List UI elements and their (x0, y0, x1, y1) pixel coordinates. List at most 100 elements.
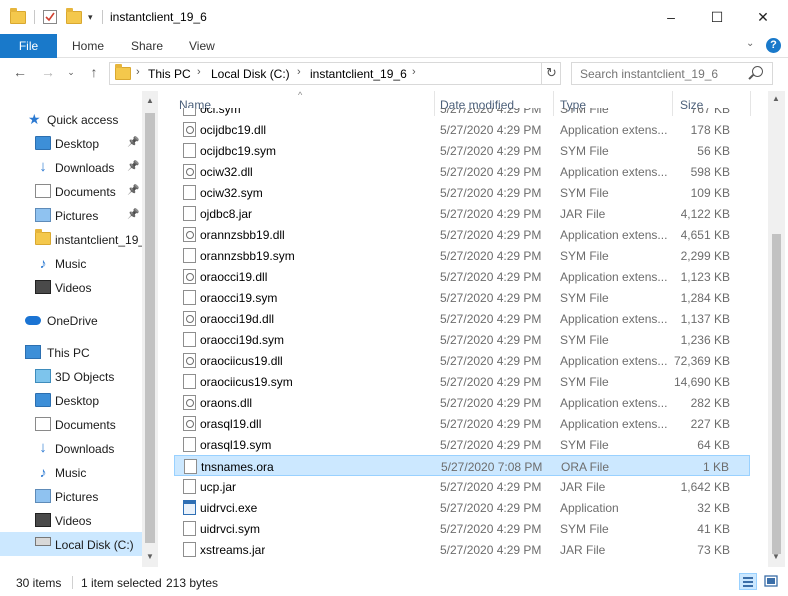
nav-pc-desktop[interactable]: Desktop (0, 388, 142, 412)
nav-pc-documents[interactable]: Documents (0, 412, 142, 436)
file-size: 1 KB (702, 460, 729, 474)
new-folder-icon[interactable] (66, 7, 82, 26)
nav-quick-downloads[interactable]: ↓ Downloads 📌 (0, 155, 142, 179)
breadcrumb-separator[interactable]: › (297, 66, 301, 78)
file-row[interactable]: oraocci19.dll 5/27/2020 4:29 PM Applicatio… (174, 266, 750, 287)
nav-pc-3d-objects[interactable]: 3D Objects (0, 364, 142, 388)
file-row[interactable]: oraocci19d.sym 5/27/2020 4:29 PM SYM File 1… (174, 329, 750, 350)
scroll-up-icon[interactable]: ▲ (142, 93, 158, 109)
nav-this-pc[interactable]: This PC (0, 340, 142, 364)
breadcrumb-local-disk[interactable]: Local Disk (C:) (211, 67, 290, 81)
nav-pc-local-disk-c[interactable]: Local Disk (C:) (0, 532, 142, 556)
videos-icon (35, 513, 51, 527)
breadcrumb-separator[interactable]: › (412, 66, 416, 78)
file-size: 73 KB (697, 543, 730, 557)
nav-onedrive[interactable]: OneDrive (0, 308, 142, 332)
forward-arrow-icon[interactable]: → (38, 64, 58, 80)
status-item-count: 30 items (16, 576, 62, 590)
tab-share[interactable]: Share (131, 39, 163, 53)
scroll-down-icon[interactable]: ▼ (142, 549, 158, 565)
close-button[interactable]: ✕ (740, 0, 786, 34)
scroll-down-icon[interactable]: ▼ (768, 549, 784, 565)
file-name: xstreams.jar (200, 543, 266, 557)
file-row[interactable]: orannzsbb19.dll 5/27/2020 4:29 PM Applicat… (174, 224, 750, 245)
file-size: 14,690 KB (673, 375, 730, 389)
file-row[interactable]: uidrvci.exe 5/27/2020 4:29 PM Application 3… (174, 497, 750, 518)
nav-label: 3D Objects (55, 370, 115, 384)
file-type: SYM File (560, 333, 609, 347)
nav-quick-instantclient-19[interactable]: instantclient_19_ (0, 227, 145, 251)
nav-quick-desktop[interactable]: Desktop 📌 (0, 131, 142, 155)
file-row[interactable]: orannzsbb19.sym 5/27/2020 4:29 PM SYM File… (174, 245, 750, 266)
file-name: orannzsbb19.sym (200, 249, 295, 263)
back-arrow-icon[interactable]: ← (10, 64, 30, 80)
navigation-scrollbar[interactable]: ▲ ▼ (142, 91, 158, 567)
chevron-down-icon[interactable]: ⌄ (746, 38, 754, 49)
file-row[interactable]: oci.sym 5/27/2020 4:29 PM SYM File 767 KB (174, 108, 750, 119)
file-row[interactable]: ucp.jar 5/27/2020 4:29 PM JAR File 1,642 KB (174, 476, 750, 497)
large-icons-view-button[interactable] (762, 573, 780, 590)
tab-file[interactable]: File (0, 34, 57, 58)
file-row[interactable]: ocijdbc19.dll 5/27/2020 4:29 PM Applicatio… (174, 119, 750, 140)
file-size: 2,299 KB (680, 249, 730, 263)
tab-home[interactable]: Home (72, 39, 104, 53)
details-view-button[interactable] (739, 573, 757, 590)
nav-quick-music[interactable]: ♪ Music (0, 251, 142, 275)
properties-icon[interactable] (42, 8, 58, 26)
tab-view[interactable]: View (189, 39, 215, 53)
nav-quick-access[interactable]: ★ Quick access (0, 107, 142, 131)
up-arrow-icon[interactable]: ↑ (84, 64, 104, 80)
file-date: 5/27/2020 4:29 PM (440, 144, 542, 158)
file-date: 5/27/2020 4:29 PM (440, 375, 542, 389)
file-row[interactable]: tnsnames.ora 5/27/2020 7:08 PM ORA File 1 K… (174, 455, 750, 476)
desktop-icon (35, 393, 51, 407)
search-input[interactable] (571, 62, 773, 85)
customize-toolbar-icon[interactable]: ▾ (88, 8, 93, 26)
nav-pc-videos[interactable]: Videos (0, 508, 142, 532)
scrollbar-thumb[interactable] (145, 113, 155, 543)
file-row[interactable]: xstreams.jar 5/27/2020 4:29 PM JAR File 73 … (174, 539, 750, 560)
help-icon[interactable]: ? (766, 38, 781, 53)
file-size: 1,284 KB (680, 291, 730, 305)
nav-quick-documents[interactable]: Documents 📌 (0, 179, 142, 203)
file-date: 5/27/2020 4:29 PM (440, 522, 542, 536)
file-row[interactable]: orasql19.sym 5/27/2020 4:29 PM SYM File 64 … (174, 434, 750, 455)
breadcrumb-this-pc[interactable]: This PC (148, 67, 191, 81)
scrollbar-thumb[interactable] (772, 234, 781, 554)
file-list-scrollbar[interactable]: ▲ ▼ (768, 91, 785, 567)
file-type: SYM File (560, 249, 609, 263)
nav-pc-pictures[interactable]: Pictures (0, 484, 142, 508)
address-bar[interactable]: › This PC › Local Disk (C:) › instantcli… (109, 62, 642, 85)
dll-file-icon (183, 164, 196, 179)
file-row[interactable]: ojdbc8.jar 5/27/2020 4:29 PM JAR File 4,122… (174, 203, 750, 224)
minimize-button[interactable]: – (648, 0, 694, 34)
file-row[interactable]: ociw32.dll 5/27/2020 4:29 PM Application e… (174, 161, 750, 182)
file-size: 109 KB (690, 186, 730, 200)
recent-locations-icon[interactable]: ⌄ (61, 67, 81, 78)
nav-quick-pictures[interactable]: Pictures 📌 (0, 203, 142, 227)
file-row[interactable]: oraocci19d.dll 5/27/2020 4:29 PM Applicati… (174, 308, 750, 329)
nav-quick-videos[interactable]: Videos (0, 275, 142, 299)
refresh-icon[interactable]: ↻ (541, 62, 561, 85)
breadcrumb-instantclient[interactable]: instantclient_19_6 (310, 67, 407, 81)
file-icon (183, 143, 196, 158)
file-row[interactable]: orasql19.dll 5/27/2020 4:29 PM Application… (174, 413, 750, 434)
file-name: ociw32.dll (200, 165, 253, 179)
file-size: 282 KB (690, 396, 730, 410)
file-row[interactable]: uidrvci.sym 5/27/2020 4:29 PM SYM File 41 K… (174, 518, 750, 539)
file-row[interactable]: oraociicus19.sym 5/27/2020 4:29 PM SYM Fil… (174, 371, 750, 392)
breadcrumb-separator[interactable]: › (136, 66, 140, 78)
file-row[interactable]: ociw32.sym 5/27/2020 4:29 PM SYM File 109 K… (174, 182, 750, 203)
file-row[interactable]: oraons.dll 5/27/2020 4:29 PM Application e… (174, 392, 750, 413)
nav-pc-downloads[interactable]: ↓ Downloads (0, 436, 142, 460)
maximize-button[interactable]: ☐ (694, 0, 740, 34)
file-row[interactable]: oraocci19.sym 5/27/2020 4:29 PM SYM File 1,… (174, 287, 750, 308)
file-row[interactable]: ocijdbc19.sym 5/27/2020 4:29 PM SYM File 56… (174, 140, 750, 161)
breadcrumb-separator[interactable]: › (197, 66, 201, 78)
nav-pc-music[interactable]: ♪ Music (0, 460, 142, 484)
search-icon[interactable] (752, 66, 763, 77)
file-name: tnsnames.ora (201, 460, 274, 474)
scroll-up-icon[interactable]: ▲ (768, 91, 784, 107)
file-name: orasql19.dll (200, 417, 262, 431)
file-row[interactable]: oraociicus19.dll 5/27/2020 4:29 PM Applica… (174, 350, 750, 371)
